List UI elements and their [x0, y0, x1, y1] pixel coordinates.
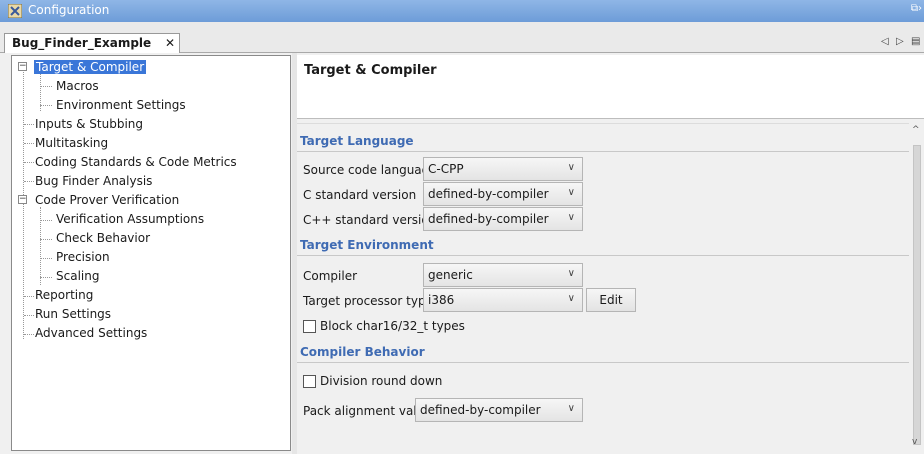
source-code-language-dropdown[interactable]: C-CPP ∨	[423, 157, 583, 181]
tab-next-icon[interactable]: ▷	[896, 36, 904, 47]
tree-item-precision[interactable]: Precision	[56, 248, 110, 266]
tree-connector	[40, 86, 52, 87]
tree-item-environment-settings[interactable]: Environment Settings	[56, 96, 186, 114]
tab-label: Bug_Finder_Example	[12, 36, 152, 50]
page-header: Target & Compiler	[297, 55, 924, 119]
division-round-down-checkbox[interactable]	[303, 375, 316, 388]
tree-item-run-settings[interactable]: Run Settings	[35, 305, 111, 323]
tab-strip: Bug_Finder_Example ✕ ◁ ▷ ▤	[0, 22, 924, 53]
chevron-down-icon: ∨	[567, 293, 575, 304]
cpp-standard-version-dropdown[interactable]: defined-by-compiler ∨	[423, 207, 583, 231]
tree-connector	[24, 124, 34, 125]
tree-connector	[40, 220, 52, 221]
tree-item-coding-standards[interactable]: Coding Standards & Code Metrics	[35, 153, 237, 171]
pack-alignment-value-dropdown[interactable]: defined-by-compiler ∨	[415, 398, 583, 422]
tree-connector	[24, 334, 34, 335]
target-processor-type-label: Target processor type	[303, 294, 433, 308]
tree-connector	[40, 277, 52, 278]
pack-alignment-value-label: Pack alignment value	[303, 404, 432, 418]
tree-item-macros[interactable]: Macros	[56, 77, 99, 95]
undock-icon[interactable]: ⧉›	[911, 3, 922, 14]
tree-item-code-prover-verification[interactable]: Code Prover Verification	[35, 191, 179, 209]
tree-item-scaling[interactable]: Scaling	[56, 267, 99, 285]
collapse-icon[interactable]: −	[18, 195, 27, 204]
tab-bug-finder-example[interactable]: Bug_Finder_Example ✕	[4, 33, 180, 53]
tree-connector	[23, 69, 24, 339]
cpp-standard-version-label: C++ standard version	[303, 213, 437, 227]
tree-item-inputs-stubbing[interactable]: Inputs & Stubbing	[35, 115, 143, 133]
vertical-scrollbar[interactable]: ^ v	[910, 123, 924, 451]
compiler-dropdown[interactable]: generic ∨	[423, 263, 583, 287]
app-icon	[8, 4, 22, 18]
dropdown-value: defined-by-compiler	[428, 212, 549, 226]
tree-item-advanced-settings[interactable]: Advanced Settings	[35, 324, 147, 342]
section-target-environment: Target Environment	[297, 234, 909, 256]
dropdown-value: generic	[428, 268, 473, 282]
tree-item-target-compiler[interactable]: Target & Compiler	[34, 58, 147, 76]
title-bar: Configuration ⧉›	[0, 0, 924, 22]
dropdown-value: defined-by-compiler	[420, 403, 541, 417]
source-code-language-label: Source code language	[303, 163, 437, 177]
options-tree: − Target & Compiler Macros Environment S…	[11, 55, 291, 451]
section-compiler-behavior: Compiler Behavior	[297, 341, 909, 363]
tab-prev-icon[interactable]: ◁	[881, 36, 889, 47]
section-target-language: Target Language	[297, 130, 909, 152]
tree-connector	[24, 143, 34, 144]
scroll-down-icon[interactable]: v	[912, 437, 917, 447]
edit-button[interactable]: Edit	[586, 288, 636, 312]
tree-connector	[24, 162, 34, 163]
settings-form: Target Language Source code language C-C…	[297, 123, 909, 451]
chevron-down-icon: ∨	[567, 187, 575, 198]
compiler-label: Compiler	[303, 269, 358, 283]
scroll-up-icon[interactable]: ^	[912, 125, 920, 135]
configuration-window: Configuration ⧉› Bug_Finder_Example ✕ ◁ …	[0, 0, 924, 454]
tree-connector	[40, 258, 52, 259]
scrollbar-thumb[interactable]	[913, 145, 921, 445]
tree-item-check-behavior[interactable]: Check Behavior	[56, 229, 150, 247]
tree-connector	[40, 239, 52, 240]
tree-item-verification-assumptions[interactable]: Verification Assumptions	[56, 210, 204, 228]
dropdown-value: i386	[428, 293, 455, 307]
tree-item-multitasking[interactable]: Multitasking	[35, 134, 108, 152]
division-round-down-label: Division round down	[320, 374, 443, 388]
collapse-icon[interactable]: −	[18, 62, 27, 71]
tree-item-bug-finder-analysis[interactable]: Bug Finder Analysis	[35, 172, 152, 190]
block-char-types-checkbox[interactable]	[303, 320, 316, 333]
page-title: Target & Compiler	[304, 63, 437, 78]
settings-pane: Target & Compiler Target Language Source…	[297, 55, 924, 451]
chevron-down-icon: ∨	[567, 403, 575, 414]
chevron-down-icon: ∨	[567, 268, 575, 279]
chevron-down-icon: ∨	[567, 212, 575, 223]
tree-connector	[24, 315, 34, 316]
tree-connector	[40, 105, 52, 106]
dropdown-value: defined-by-compiler	[428, 187, 549, 201]
c-standard-version-dropdown[interactable]: defined-by-compiler ∨	[423, 182, 583, 206]
tab-menu-icon[interactable]: ▤	[911, 36, 920, 47]
target-processor-type-dropdown[interactable]: i386 ∨	[423, 288, 583, 312]
tree-connector	[40, 207, 41, 285]
tree-connector	[24, 296, 34, 297]
tree-item-reporting[interactable]: Reporting	[35, 286, 93, 304]
window-title: Configuration	[28, 3, 110, 17]
c-standard-version-label: C standard version	[303, 188, 417, 202]
chevron-down-icon: ∨	[567, 162, 575, 173]
block-char-types-label: Block char16/32_t types	[320, 319, 465, 333]
dropdown-value: C-CPP	[428, 162, 464, 176]
close-tab-icon[interactable]: ✕	[165, 36, 175, 50]
tree-connector	[24, 181, 34, 182]
